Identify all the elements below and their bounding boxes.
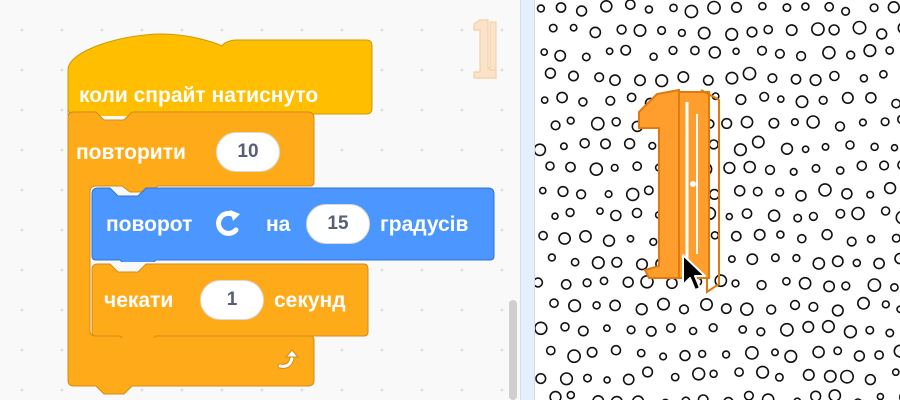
wait-block[interactable]: чекати 1 секунд (90, 262, 370, 338)
when-sprite-clicked-block[interactable]: коли спрайт натиснуто (64, 20, 374, 116)
hat-block-label: коли спрайт натиснуто (79, 84, 319, 107)
wait-units-label: секунд (274, 289, 346, 312)
sprite-thumbnail-icon (473, 19, 497, 79)
vertical-scrollbar[interactable] (509, 300, 517, 400)
letter-i-sprite[interactable] (635, 84, 725, 296)
code-area[interactable]: коли спрайт натиснуто повторити 10 повор… (0, 0, 520, 400)
rotate-clockwise-icon (216, 210, 240, 236)
repeat-block-label: повторити (76, 141, 186, 164)
repeat-count-input[interactable]: 10 (216, 132, 280, 172)
wait-seconds-input[interactable]: 1 (200, 280, 264, 320)
wait-block-label: чекати (104, 289, 174, 312)
stage-divider (520, 0, 534, 400)
turn-on-label: на (266, 213, 291, 236)
turn-block[interactable]: поворот на 15 градусів (90, 186, 496, 262)
turn-units-label: градусів (380, 213, 469, 236)
arrow-cursor-icon (682, 254, 706, 291)
loop-arrow-icon (277, 349, 300, 369)
turn-block-label: поворот (106, 213, 193, 236)
turn-degrees-input[interactable]: 15 (306, 204, 370, 244)
stage[interactable] (534, 0, 900, 400)
